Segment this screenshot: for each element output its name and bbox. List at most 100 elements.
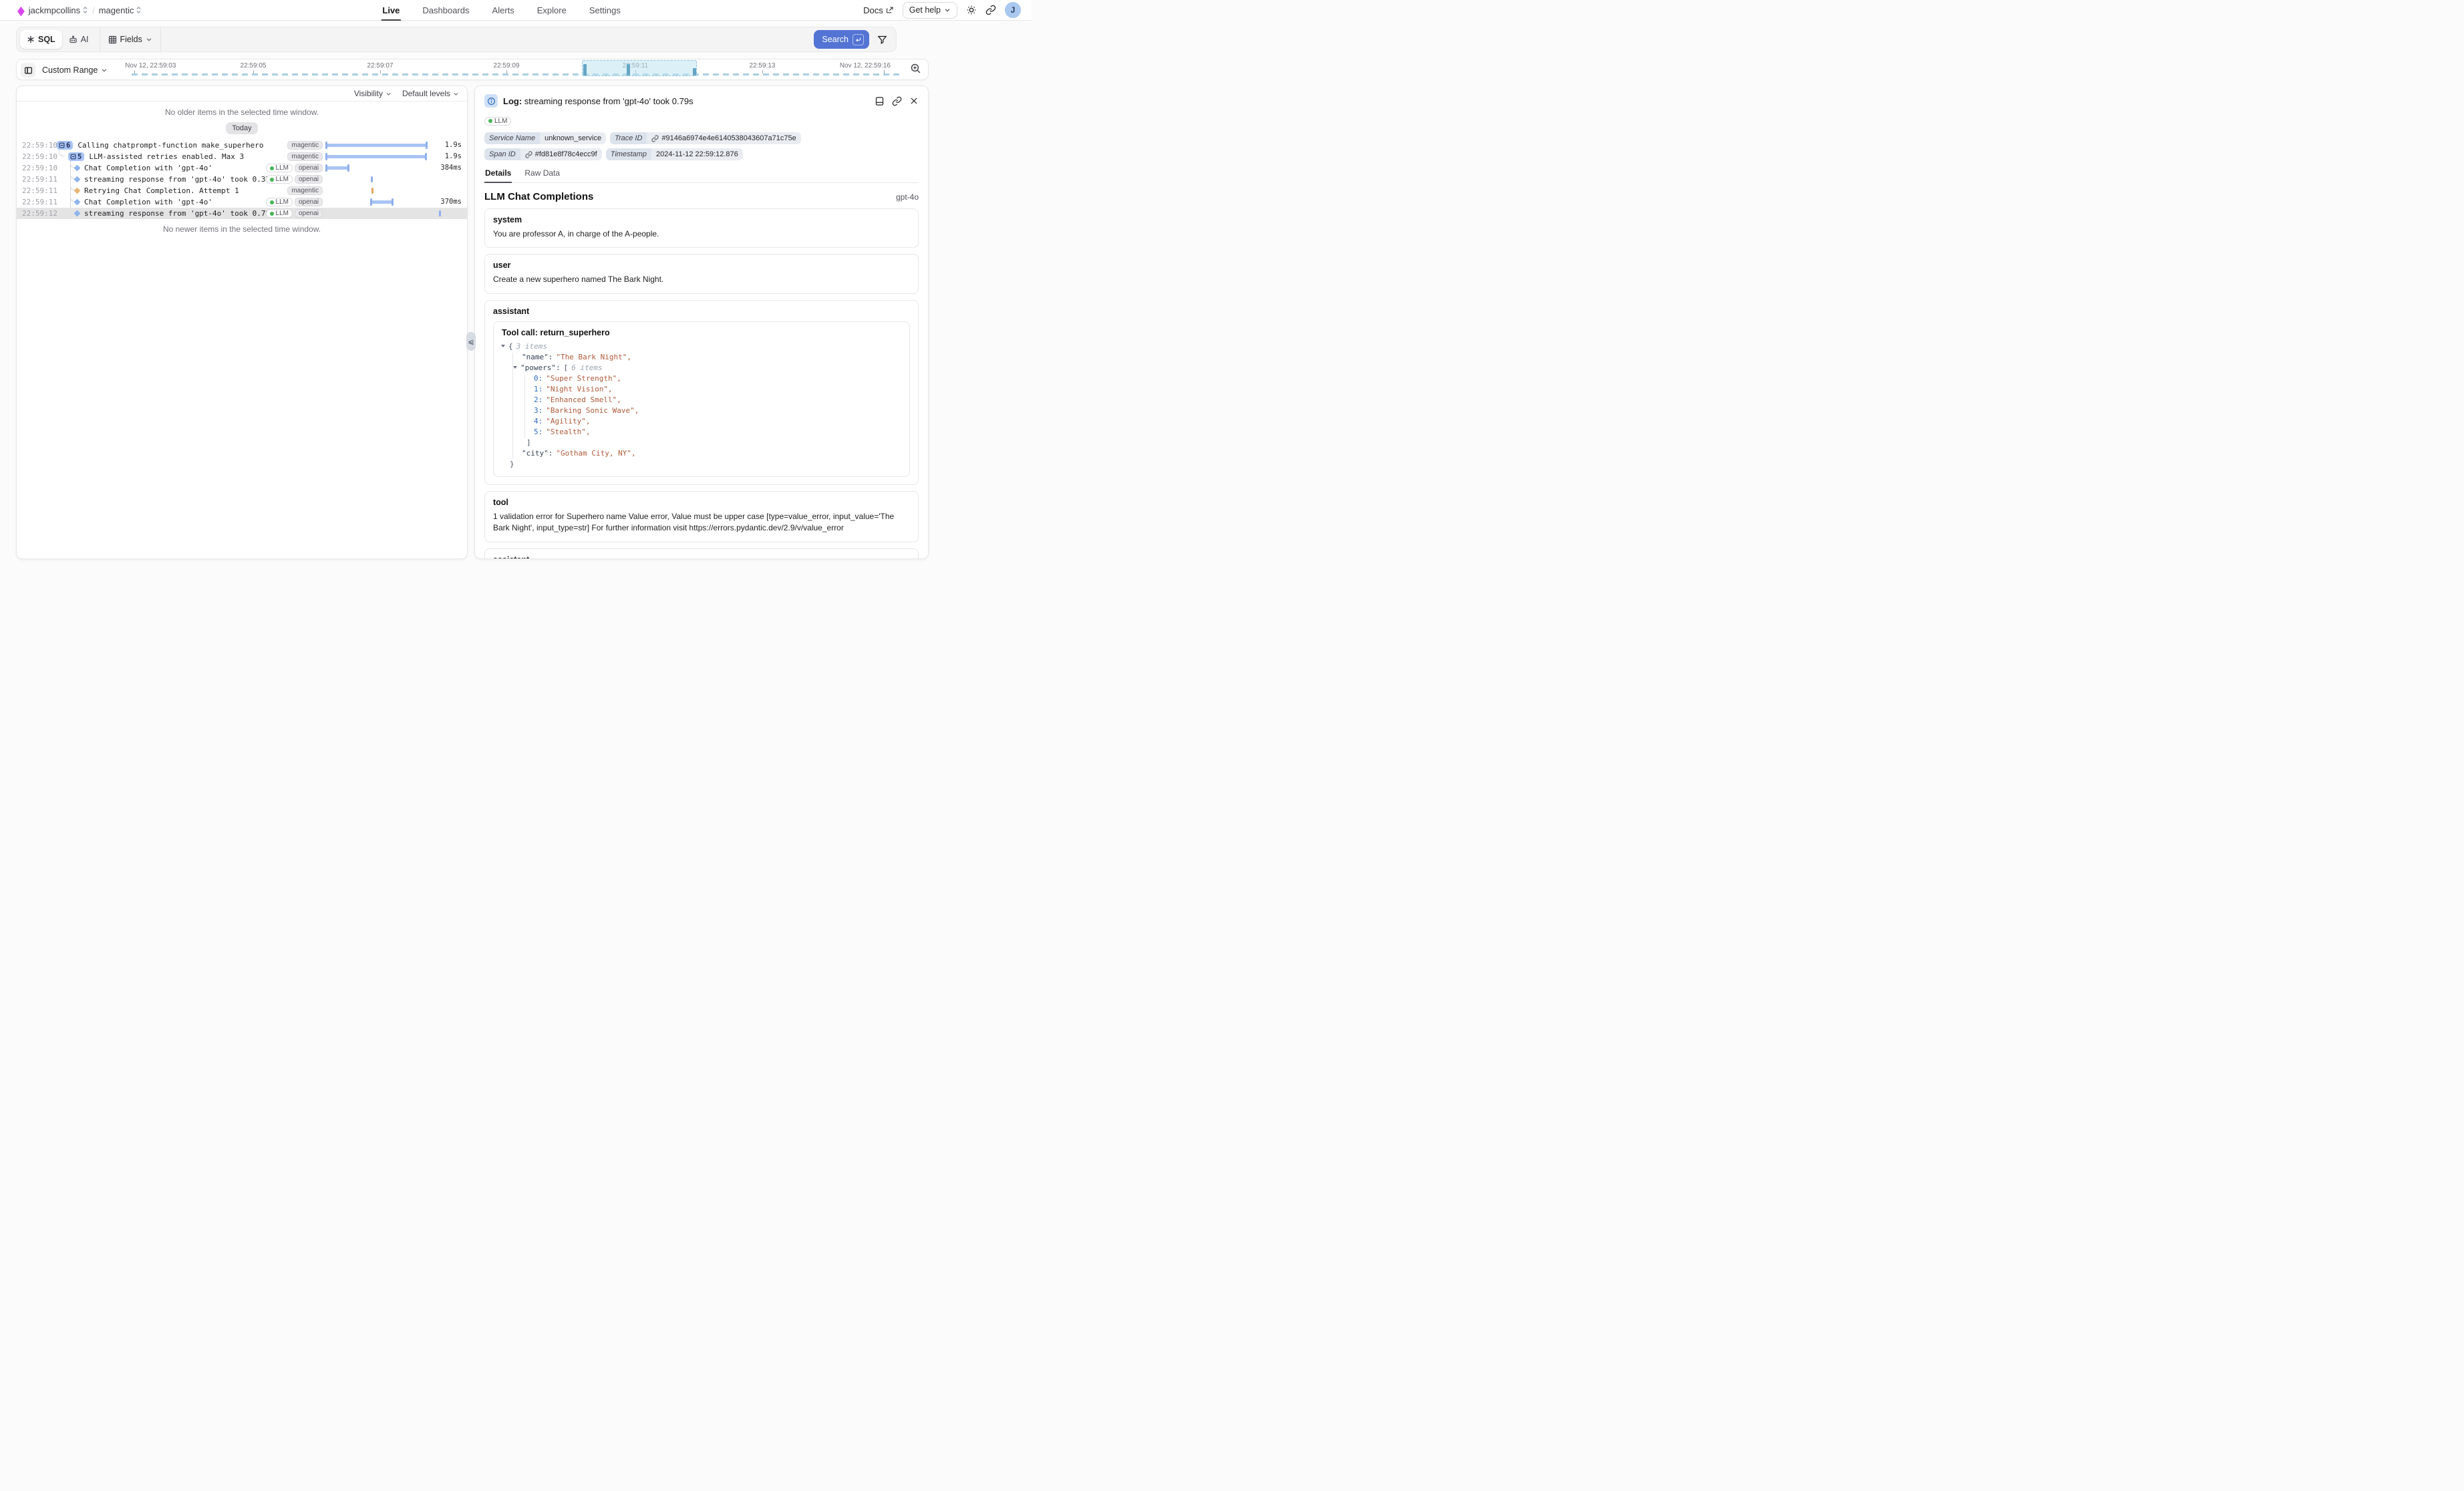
collapse-children-badge[interactable]: 6 xyxy=(57,141,73,150)
magnifier-plus-icon xyxy=(910,63,921,74)
ai-mode-button[interactable]: AI xyxy=(62,30,96,49)
timeline-histogram[interactable]: Nov 12, 22:59:03 22:59:05 22:59:07 22:59… xyxy=(117,59,901,79)
visibility-label: Visibility xyxy=(354,89,383,98)
chevron-down-icon xyxy=(386,91,392,97)
timestamp-pill: Timestamp 2024-11-12 22:59:12.876 xyxy=(606,148,743,160)
collapse-sidebar-button[interactable] xyxy=(21,63,35,77)
query-input[interactable] xyxy=(161,27,814,51)
collapse-chevron-icon[interactable] xyxy=(501,341,508,352)
message-role: assistant xyxy=(493,555,910,559)
warning-diamond-icon xyxy=(74,188,81,194)
theme-toggle-button[interactable] xyxy=(966,5,977,15)
detail-kind-label: Log: xyxy=(503,96,522,106)
tab-alerts[interactable]: Alerts xyxy=(492,0,514,21)
copy-link-button[interactable] xyxy=(892,96,902,106)
tab-dashboards[interactable]: Dashboards xyxy=(422,0,469,21)
docs-link[interactable]: Docs xyxy=(863,5,894,15)
message-role: assistant xyxy=(493,307,910,316)
filter-funnel-button[interactable] xyxy=(877,35,887,45)
llm-badge: LLM xyxy=(266,175,293,184)
collapse-minus-icon xyxy=(70,154,76,160)
fields-dropdown[interactable]: Fields xyxy=(100,27,161,52)
message-role: tool xyxy=(493,498,910,507)
info-icon xyxy=(484,94,498,108)
close-icon xyxy=(909,96,919,106)
time-range-dropdown[interactable]: Custom Range xyxy=(42,59,108,81)
org-switcher[interactable]: jackmpcollins xyxy=(29,5,88,15)
zoom-in-button[interactable] xyxy=(910,63,921,74)
close-detail-button[interactable] xyxy=(909,96,919,106)
meta-label: Timestamp xyxy=(606,148,651,160)
time-range-label: Custom Range xyxy=(42,65,98,75)
dataset-badge: magentic xyxy=(287,186,323,195)
no-newer-items-text: No newer items in the selected time wind… xyxy=(17,224,467,234)
fields-label: Fields xyxy=(120,35,142,44)
chevron-down-icon xyxy=(101,67,108,73)
span-diamond-icon xyxy=(74,165,81,172)
json-bracket: { xyxy=(508,342,513,351)
message-text: 1 validation error for Superhero name Va… xyxy=(493,511,910,534)
trace-id-pill[interactable]: Trace ID #9146a6974e4e6140538043607a71c7… xyxy=(610,132,801,144)
split-panel-icon xyxy=(875,96,885,106)
tab-settings[interactable]: Settings xyxy=(589,0,621,21)
message-card-system: system You are professor A, in charge of… xyxy=(484,208,919,248)
json-item-count: 6 items xyxy=(571,363,602,372)
green-dot-icon xyxy=(488,119,492,123)
tab-raw-data[interactable]: Raw Data xyxy=(524,168,561,182)
log-message: Chat Completion with 'gpt-4o' xyxy=(84,164,212,172)
tab-live[interactable]: Live xyxy=(382,0,400,21)
json-value: "Super Strength", xyxy=(546,374,621,383)
log-message: Calling chatprompt-function make_superhe… xyxy=(78,141,263,150)
provider-badge: openai xyxy=(295,209,323,218)
span-id-pill[interactable]: Span ID #fd81e8f78c4ecc9f xyxy=(484,148,602,160)
time-range-bar: Custom Range Nov 12, 22:59:03 22:59:05 2… xyxy=(16,59,929,80)
message-card-user: user Create a new superhero named The Ba… xyxy=(484,254,919,293)
sidebar-panel-icon xyxy=(24,66,33,75)
panel-resize-handle[interactable]: ⩿ xyxy=(466,332,476,351)
get-help-button[interactable]: Get help xyxy=(903,2,957,19)
log-list-toolbar: Visibility Default levels xyxy=(17,86,467,102)
message-card-assistant: assistant Tool call: return_superhero {3… xyxy=(484,548,919,559)
duration-bar xyxy=(326,144,427,147)
json-key: "city": xyxy=(522,449,553,458)
share-link-button[interactable] xyxy=(985,5,996,15)
log-message: streaming response from 'gpt-4o' took 0.… xyxy=(84,175,275,184)
query-bar: SQL AI Fields Search xyxy=(16,27,897,52)
log-row[interactable]: 22:59:10 5 LLM-assisted retries enabled.… xyxy=(17,151,467,162)
default-levels-dropdown[interactable]: Default levels xyxy=(402,89,459,98)
timeline-tick-label: Nov 12, 22:59:03 xyxy=(125,62,176,69)
duration-bar xyxy=(326,166,349,170)
meta-label: Trace ID xyxy=(610,132,647,144)
no-older-items-text: No older items in the selected time wind… xyxy=(17,108,467,117)
today-badge[interactable]: Today xyxy=(226,122,257,134)
duration-text: 1.9s xyxy=(427,141,462,149)
sql-mode-button[interactable]: SQL xyxy=(20,30,62,49)
time-selection-region[interactable] xyxy=(582,60,697,76)
search-button[interactable]: Search xyxy=(814,30,869,49)
log-row[interactable]: 22:59:11 Retrying Chat Completion. Attem… xyxy=(17,185,467,196)
breadcrumb-separator: / xyxy=(92,5,95,15)
meta-value: unknown_service xyxy=(540,132,606,144)
log-row-selected[interactable]: 22:59:12 streaming response from 'gpt-4o… xyxy=(17,208,467,219)
toggle-layout-button[interactable] xyxy=(875,96,885,106)
log-time: 22:59:11 xyxy=(22,186,53,195)
dataset-switcher[interactable]: magentic xyxy=(99,5,142,15)
collapse-chevron-icon[interactable] xyxy=(513,363,520,373)
json-value: "Gotham City, NY", xyxy=(556,449,635,458)
log-time: 22:59:10 xyxy=(22,152,53,161)
json-bracket: ] xyxy=(526,438,531,447)
log-row[interactable]: 22:59:10 Chat Completion with 'gpt-4o' L… xyxy=(17,162,467,174)
log-time: 22:59:10 xyxy=(22,141,53,150)
user-avatar[interactable]: J xyxy=(1005,2,1021,18)
tab-explore[interactable]: Explore xyxy=(537,0,567,21)
log-message: streaming response from 'gpt-4o' took 0.… xyxy=(84,209,275,218)
message-text: You are professor A, in charge of the A-… xyxy=(493,228,910,240)
collapse-children-badge[interactable]: 5 xyxy=(68,152,84,161)
log-row[interactable]: 22:59:10 6 Calling chatprompt-function m… xyxy=(17,140,467,151)
duration-bar xyxy=(326,155,426,158)
log-row[interactable]: 22:59:11 Chat Completion with 'gpt-4o' L… xyxy=(17,196,467,208)
tab-details[interactable]: Details xyxy=(484,168,512,183)
visibility-dropdown[interactable]: Visibility xyxy=(354,89,392,98)
json-key: "name": xyxy=(522,353,553,361)
log-row[interactable]: 22:59:11 streaming response from 'gpt-4o… xyxy=(17,174,467,185)
